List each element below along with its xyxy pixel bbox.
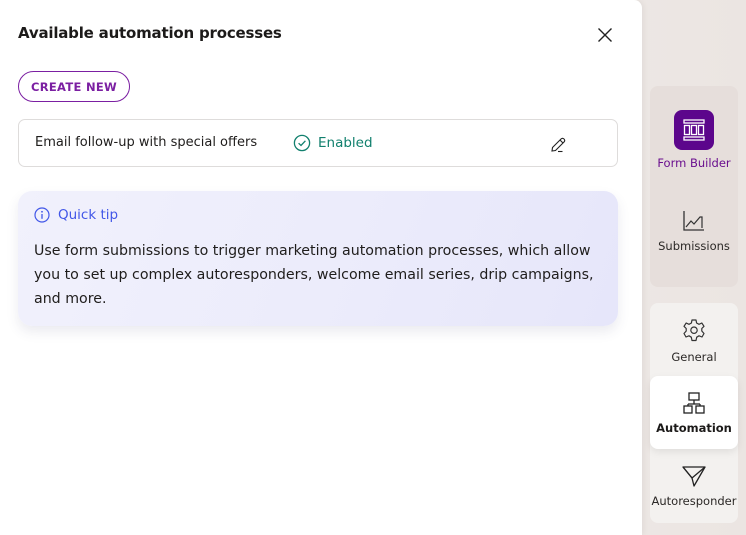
sidebar-item-label: Automation [656,420,732,435]
sidebar-item-label: Submissions [658,239,730,253]
quick-tip-card: Quick tip Use form submissions to trigge… [18,191,618,326]
quick-tip-header: Quick tip [34,207,118,223]
sidebar-item-label: Autoresponder [651,494,737,508]
quick-tip-body: Use form submissions to trigger marketin… [34,243,594,307]
sidebar-item-label: General [671,350,717,364]
chart-icon [683,211,704,231]
info-icon [34,207,50,223]
panel-title: Available automation processes [18,24,282,42]
paper-plane-icon [682,466,706,487]
process-name: Email follow-up with special offers [35,135,258,150]
process-row[interactable]: Email follow-up with special offers Enab… [18,119,618,167]
quick-tip-title: Quick tip [58,207,119,223]
sidebar-item-label: Form Builder [657,156,731,170]
check-circle-icon [293,134,311,152]
edit-button[interactable] [548,134,568,154]
sidebar-item-form-builder[interactable]: Form Builder [650,110,738,170]
sidebar-item-submissions[interactable]: Submissions [650,209,738,253]
status-badge: Enabled [293,134,373,152]
create-new-button[interactable]: CREATE NEW [18,71,130,102]
pencil-icon [550,137,565,152]
gear-icon [683,319,705,342]
close-button[interactable] [594,24,616,46]
form-builder-icon [674,110,714,150]
automation-panel: Available automation processes CREATE NE… [0,0,642,535]
sidebar-item-general[interactable]: General [650,318,738,364]
status-text: Enabled [318,135,373,151]
sidebar-item-autoresponder[interactable]: Autoresponder [650,464,738,508]
close-icon [598,28,612,42]
sitemap-icon [683,391,705,414]
sidebar-item-automation[interactable]: Automation [650,376,738,449]
